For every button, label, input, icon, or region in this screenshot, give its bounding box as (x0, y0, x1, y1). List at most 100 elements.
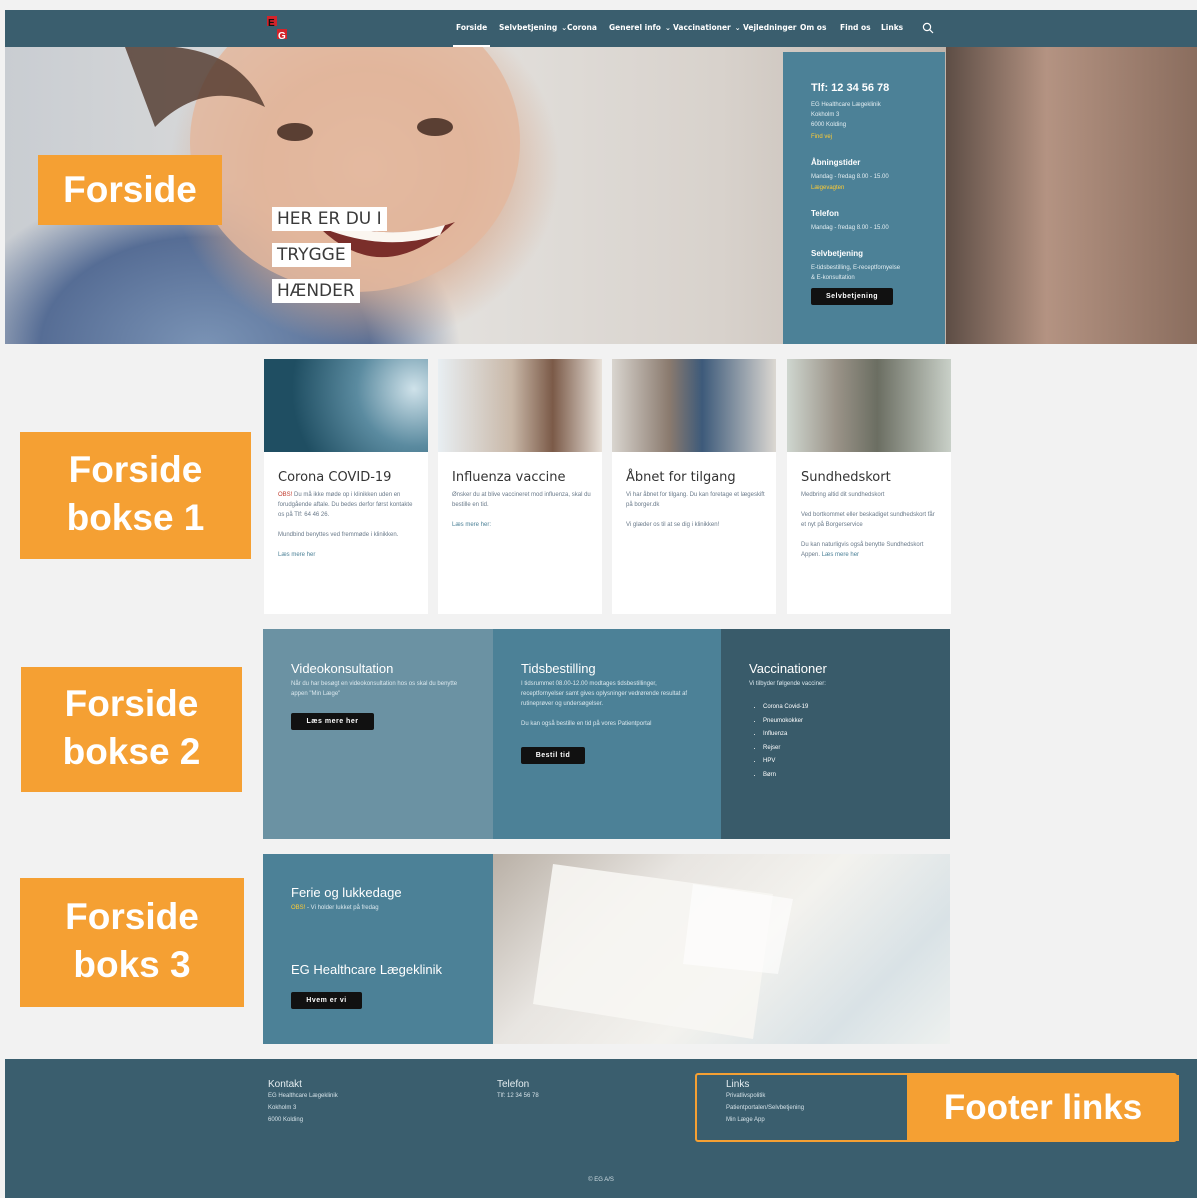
footer-text: Kokholm 3 (268, 1105, 297, 1111)
card-text: Du må ikke møde op i klinikken uden en f… (278, 492, 413, 518)
hero-image-right (946, 47, 1197, 344)
callout-line: boks 3 (73, 944, 191, 985)
card-text: Ønsker du at blive vaccineret mod influe… (452, 492, 591, 508)
footer-links: Links Privatlivspolitik Patientportalen/… (726, 1079, 804, 1126)
card-body: OBS! Du må ikke møde op i klinikken uden… (278, 490, 418, 560)
book-time-button[interactable]: Bestil tid (521, 747, 585, 764)
callout-line: Forside (68, 449, 203, 490)
card-aabnet-for-tilgang[interactable]: Åbnet for tilgang Vi har åbnet for tilga… (612, 359, 776, 614)
nav-item-generel-info[interactable]: Generel info ⌄ (609, 23, 671, 32)
nav-item-find-os[interactable]: Find os (840, 23, 871, 32)
footer-phone: Telefon Tlf: 12 34 56 78 (497, 1079, 539, 1102)
clinic-street: Kokholm 3 (811, 112, 840, 118)
footer-heading: Kontakt (268, 1079, 302, 1090)
copyright: © EG A/S (588, 1177, 614, 1183)
hero-tagline-line: TRYGGE (272, 243, 351, 267)
vaccine-list-item: Influenza (763, 728, 808, 742)
nav-item-selvbetjening[interactable]: Selvbetjening ⌄ (499, 23, 567, 32)
vaccine-list-item: HPV (763, 755, 808, 769)
box-text: I tidsrummet 08.00-12.00 modtages tidsbe… (521, 679, 701, 729)
find-vej-link[interactable]: Find vej (811, 132, 832, 142)
obs-label: OBS! (291, 905, 306, 911)
card-body: Vi har åbnet for tilgang. Du kan foretag… (626, 490, 766, 530)
nav-item-vejledninger[interactable]: Vejledninger (743, 23, 796, 32)
footer-link-privacy[interactable]: Privatlivspolitik (726, 1090, 804, 1102)
vaccine-list-item: Rejser (763, 742, 808, 756)
hero-tagline-line: HÆNDER (272, 279, 360, 303)
vaccine-list-item: Børn (763, 769, 808, 783)
calendar-illustration (533, 864, 793, 1039)
vaccine-list-item: Corona Covid-19 (763, 701, 808, 715)
card-body: Medbring altid dit sundhedskort Ved bort… (801, 490, 941, 560)
sundhedskort-image (787, 359, 951, 452)
nav-item-om-os[interactable]: Om os (800, 23, 826, 32)
nav-item-label: Vaccinationer (673, 23, 731, 32)
top-navigation: E G Forside Selvbetjening ⌄ Corona Genere… (5, 10, 1197, 47)
read-more-link[interactable]: Læs mere her: (452, 522, 491, 528)
svg-text:E: E (268, 18, 275, 29)
box-videokonsultation: Videokonsultation Når du har besøgt en v… (263, 629, 493, 839)
svg-text:G: G (278, 31, 286, 42)
box-text: Når du har besøgt en videokonsultation h… (291, 681, 458, 697)
card-text: Vi har åbnet for tilgang. Du kan foretag… (626, 492, 765, 508)
read-more-link[interactable]: Læs mere her (278, 552, 315, 558)
eg-logo[interactable]: E G (267, 16, 289, 42)
chevron-down-icon: ⌄ (734, 24, 741, 32)
callout-footer-links: Footer links (907, 1075, 1179, 1141)
box-text: Vi tilbyder følgende vacciner: (749, 681, 826, 687)
card-body: Ønsker du at blive vaccineret mod influe… (452, 490, 592, 530)
box-text-paragraph: - Vi holder lukket på fredag (305, 905, 379, 911)
calendar-image (493, 854, 950, 1044)
nav-item-forside[interactable]: Forside (452, 23, 491, 47)
callout-line: bokse 1 (66, 497, 205, 538)
box-tidsbestilling: Tidsbestilling I tidsrummet 08.00-12.00 … (493, 629, 721, 839)
card-text: Du kan naturligvis også benytte Sundheds… (801, 542, 924, 558)
box-text: OBS! - Vi holder lukket på fredag (291, 905, 379, 911)
box-ferie-og-lukkedage: Ferie og lukkedage OBS! - Vi holder lukk… (263, 854, 950, 1044)
vaccine-list-item: Pneumokokker (763, 715, 808, 729)
vaccine-list: Corona Covid-19 Pneumokokker Influenza R… (749, 701, 808, 782)
callout-forside: Forside (38, 155, 222, 225)
about-us-button[interactable]: Hvem er vi (291, 992, 362, 1009)
laegevagten-link[interactable]: Lægevagten (811, 183, 844, 193)
box-vaccinationer: Vaccinationer Vi tilbyder følgende vacci… (721, 629, 950, 839)
callout-forside-bokse-2: Forside bokse 2 (21, 667, 242, 792)
box-title: Vaccinationer (749, 661, 827, 676)
callout-line: Forside (65, 896, 199, 937)
footer-heading: Telefon (497, 1079, 530, 1090)
callout-line: bokse 2 (62, 731, 201, 772)
box-title: Tidsbestilling (521, 661, 596, 676)
card-corona[interactable]: Corona COVID-19 OBS! Du må ikke møde op … (264, 359, 428, 614)
footer-contact: Kontakt EG Healthcare Lægeklinik Kokholm… (268, 1079, 338, 1126)
phone-heading: Telefon (811, 209, 839, 218)
clinic-title: EG Healthcare Lægeklinik (291, 962, 443, 977)
card-title: Åbnet for tilgang (626, 470, 736, 485)
self-service-button[interactable]: Selvbetjening (811, 288, 893, 305)
self-service-heading: Selvbetjening (811, 249, 864, 258)
footer-link-min-laege-app[interactable]: Min Læge App (726, 1114, 804, 1126)
card-text: Ved bortkommet eller beskadiget sundheds… (801, 512, 935, 528)
self-service-text: E-tidsbestilling, E-receptfornyelse (811, 265, 901, 271)
tilgang-image (612, 359, 776, 452)
nav-item-links[interactable]: Links (881, 23, 903, 32)
card-influenza[interactable]: Influenza vaccine Ønsker du at blive vac… (438, 359, 602, 614)
read-more-button[interactable]: Læs mere her (291, 713, 374, 730)
contact-info-panel: Tlf: 12 34 56 78 EG Healthcare Lægeklini… (783, 52, 945, 344)
clinic-city: 6000 Kolding (811, 122, 847, 128)
nav-item-vaccinationer[interactable]: Vaccinationer ⌄ (673, 23, 741, 32)
footer-heading: Links (726, 1079, 750, 1090)
footer-link-patientportal[interactable]: Patientportalen/Selvbetjening (726, 1102, 804, 1114)
card-text: Vi glæder os til at se dig i klinikken! (626, 522, 720, 528)
card-text: Medbring altid dit sundhedskort (801, 492, 885, 498)
read-more-link[interactable]: Læs mere her (822, 552, 859, 558)
search-icon[interactable] (922, 21, 934, 39)
callout-line: Forside (64, 683, 199, 724)
card-sundhedskort[interactable]: Sundhedskort Medbring altid dit sundheds… (787, 359, 951, 614)
footer: Kontakt EG Healthcare Lægeklinik Kokholm… (5, 1059, 1197, 1198)
phone-hours-text: Mandag - fredag 8.00 - 15.00 (811, 225, 889, 231)
influenza-image (438, 359, 602, 452)
box-text-paragraph: I tidsrummet 08.00-12.00 modtages tidsbe… (521, 681, 688, 707)
card-title: Corona COVID-19 (278, 470, 392, 485)
callout-forside-bokse-1: Forside bokse 1 (20, 432, 251, 559)
nav-item-corona[interactable]: Corona (567, 23, 597, 32)
